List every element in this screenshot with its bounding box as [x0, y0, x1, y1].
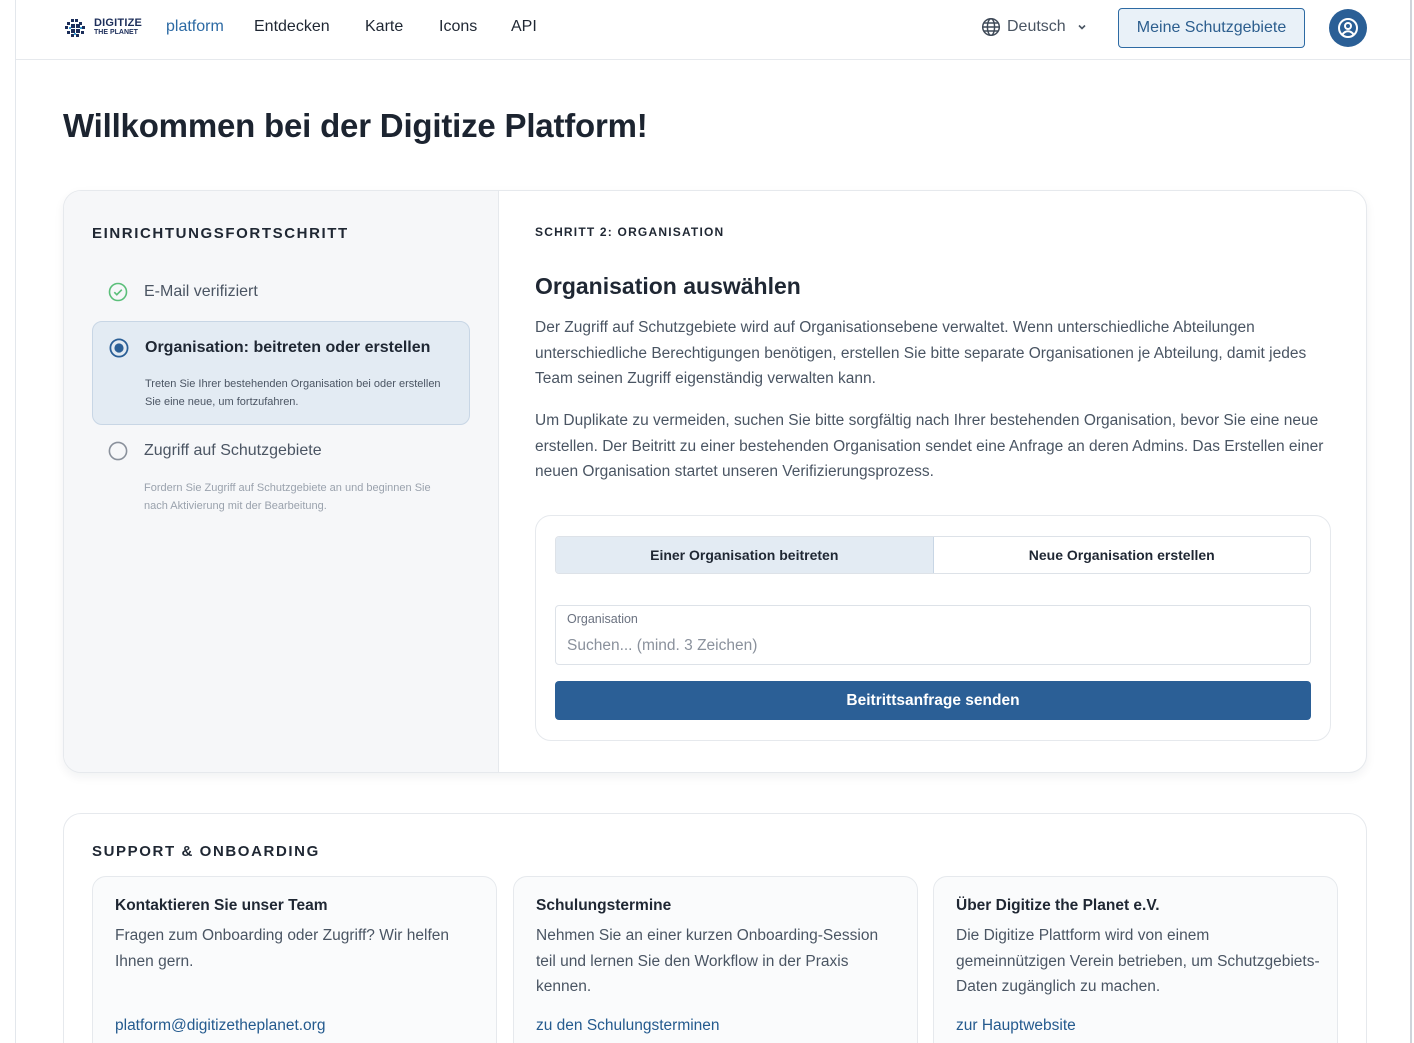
contact-email-link[interactable]: platform@digitizetheplanet.org [115, 1017, 325, 1035]
field-label: Organisation [567, 612, 638, 626]
progress-heading: EINRICHTUNGSFORTSCHRITT [92, 225, 349, 242]
training-sessions-card: Schulungstermine Nehmen Sie an einer kur… [513, 876, 918, 1043]
step-title: Zugriff auf Schutzgebiete [144, 442, 322, 459]
step-kicker: SCHRITT 2: ORGANISATION [535, 225, 725, 239]
contact-team-card: Kontaktieren Sie unser Team Fragen zum O… [92, 876, 497, 1043]
logo-globe-icon [63, 16, 87, 40]
duplicate-warning-paragraph: Um Duplikate zu vermeiden, suchen Sie bi… [535, 412, 1324, 480]
platform-label[interactable]: platform [166, 18, 224, 36]
chevron-down-icon [1078, 24, 1086, 30]
scrollbar[interactable] [1410, 0, 1412, 1043]
page-left-border [15, 0, 16, 1043]
logo-wordmark: DIGITIZE THE PLANET [94, 17, 143, 37]
nav-icons[interactable]: Icons [439, 18, 477, 36]
intro-paragraph: Der Zugriff auf Schutzgebiete wird auf O… [535, 319, 1307, 387]
nav-karte[interactable]: Karte [365, 18, 403, 36]
radio-selected-icon [109, 338, 129, 358]
support-onboarding-section: SUPPORT & ONBOARDING Kontaktieren Sie un… [63, 813, 1367, 1043]
card-text: Die Digitize Plattform wird von einem ge… [956, 927, 1320, 995]
tab-join-organisation[interactable]: Einer Organisation beitreten [556, 537, 934, 573]
card-title: Kontaktieren Sie unser Team [115, 897, 328, 914]
organisation-form: Einer Organisation beitreten Neue Organi… [535, 515, 1331, 741]
nav-entdecken[interactable]: Entdecken [254, 18, 330, 36]
step-content-panel: SCHRITT 2: ORGANISATION Organisation aus… [499, 191, 1366, 772]
main-website-link[interactable]: zur Hauptwebsite [956, 1017, 1076, 1035]
onboarding-card: EINRICHTUNGSFORTSCHRITT E-Mail verifizie… [63, 190, 1367, 773]
check-circle-icon [108, 282, 128, 302]
mode-tabs: Einer Organisation beitreten Neue Organi… [555, 536, 1311, 574]
step-protected-area-access: Zugriff auf Schutzgebiete Fordern Sie Zu… [92, 439, 470, 519]
about-organisation-card: Über Digitize the Planet e.V. Die Digiti… [933, 876, 1338, 1043]
step-email-verified: E-Mail verifiziert [92, 277, 470, 307]
nav-api[interactable]: API [511, 18, 537, 36]
card-text: Nehmen Sie an einer kurzen Onboarding-Se… [536, 927, 879, 995]
card-text: Fragen zum Onboarding oder Zugriff? Wir … [115, 927, 449, 970]
language-selector[interactable]: Deutsch [981, 17, 1088, 37]
my-protected-areas-button[interactable]: Meine Schutzgebiete [1118, 8, 1305, 48]
setup-progress-panel: EINRICHTUNGSFORTSCHRITT E-Mail verifizie… [64, 191, 499, 772]
card-title: Schulungstermine [536, 897, 672, 914]
organisation-search-field[interactable]: Organisation [555, 605, 1311, 665]
language-label: Deutsch [1007, 18, 1066, 35]
content-title: Organisation auswählen [535, 273, 801, 299]
globe-icon [981, 17, 1001, 37]
step-organisation-current[interactable]: Organisation: beitreten oder erstellen T… [92, 321, 470, 425]
tab-create-organisation[interactable]: Neue Organisation erstellen [934, 537, 1311, 573]
user-avatar-icon [1338, 18, 1358, 38]
card-title: Über Digitize the Planet e.V. [956, 897, 1160, 914]
user-account-button[interactable] [1329, 9, 1367, 47]
top-navigation-bar: DIGITIZE THE PLANET platform Entdecken K… [16, 0, 1410, 60]
step-description: Treten Sie Ihrer bestehenden Organisatio… [145, 378, 441, 408]
digitize-logo[interactable]: DIGITIZE THE PLANET [62, 13, 152, 43]
step-description: Fordern Sie Zugriff auf Schutzgebiete an… [144, 482, 431, 512]
organisation-search-input[interactable] [567, 634, 1297, 658]
send-join-request-button[interactable]: Beitrittsanfrage senden [555, 681, 1311, 720]
radio-empty-icon [108, 441, 128, 461]
page-title: Willkommen bei der Digitize Platform! [63, 107, 648, 144]
training-sessions-link[interactable]: zu den Schulungsterminen [536, 1017, 720, 1035]
step-title: E-Mail verifiziert [144, 283, 258, 300]
step-title: Organisation: beitreten oder erstellen [145, 339, 431, 356]
support-heading: SUPPORT & ONBOARDING [92, 843, 320, 860]
